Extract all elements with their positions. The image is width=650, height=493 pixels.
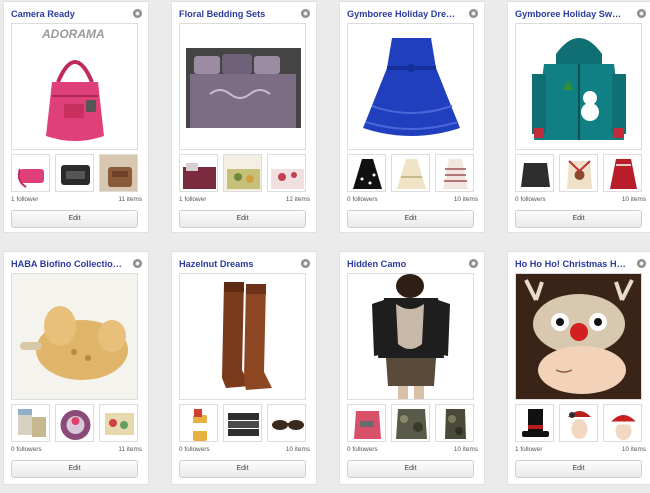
gear-icon[interactable] xyxy=(301,259,310,268)
gear-icon[interactable] xyxy=(469,9,478,18)
thumbnail-image[interactable] xyxy=(391,404,430,442)
item-count: 10 items xyxy=(453,196,478,203)
thumbnail-image[interactable] xyxy=(11,404,50,442)
thumbnail-image[interactable] xyxy=(391,154,430,192)
thumbnail-image[interactable] xyxy=(435,154,474,192)
thumbnail-image[interactable] xyxy=(179,404,218,442)
follower-count: 1 follower xyxy=(179,196,207,203)
follower-count: 0 followers xyxy=(179,446,210,453)
edit-board-button[interactable]: Edit xyxy=(11,210,138,228)
board-cover-image[interactable] xyxy=(347,273,474,400)
thumbnail-image[interactable] xyxy=(515,404,554,442)
edit-board-button[interactable]: Edit xyxy=(515,210,642,228)
blue-dress-image xyxy=(348,24,473,149)
board-title[interactable]: Hidden Camo xyxy=(347,258,467,270)
board-title[interactable]: Floral Bedding Sets xyxy=(179,8,299,20)
item-count: 10 items xyxy=(621,446,646,453)
camo-top-image xyxy=(348,274,473,399)
thumbnail-image[interactable] xyxy=(603,154,642,192)
board-title[interactable]: Ho Ho Ho! Christmas H… xyxy=(515,258,635,270)
item-count: 11 items xyxy=(118,196,142,203)
follower-count: 1 follower xyxy=(515,446,543,453)
board-card-camera-ready[interactable]: Camera Ready ADORAMA 1 follower 11 items… xyxy=(4,2,148,232)
board-card-floral-bedding-sets[interactable]: Floral Bedding Sets 1 follower 12 items … xyxy=(172,2,316,232)
board-card-gymboree-holiday-dresses[interactable]: Gymboree Holiday Dre… 0 followers 10 ite… xyxy=(340,2,484,232)
edit-board-button[interactable]: Edit xyxy=(11,460,138,478)
board-card-hidden-camo[interactable]: Hidden Camo 0 followers 10 items Edit xyxy=(340,252,484,484)
board-cover-image[interactable] xyxy=(515,23,642,150)
edit-board-button[interactable]: Edit xyxy=(347,460,474,478)
thumbnail-image[interactable] xyxy=(559,404,598,442)
adorama-watermark: ADORAMA xyxy=(41,27,105,41)
follower-count: 0 followers xyxy=(515,196,546,203)
gear-icon[interactable] xyxy=(637,259,646,268)
gear-icon[interactable] xyxy=(637,9,646,18)
item-count: 10 items xyxy=(453,446,478,453)
board-title[interactable]: Hazelnut Dreams xyxy=(179,258,299,270)
edit-board-button[interactable]: Edit xyxy=(347,210,474,228)
thumbnail-image[interactable] xyxy=(99,154,138,192)
board-title[interactable]: Gymboree Holiday Sw… xyxy=(515,8,635,20)
board-card-gymboree-holiday-sweaters[interactable]: Gymboree Holiday Sw… 0 followers 10 item… xyxy=(508,2,650,232)
brown-boots-image xyxy=(180,274,305,399)
thumbnail-image[interactable] xyxy=(223,404,262,442)
thumbnail-image[interactable] xyxy=(435,404,474,442)
board-cover-image[interactable] xyxy=(179,23,306,150)
follower-count: 0 followers xyxy=(347,446,378,453)
thumbnail-image[interactable] xyxy=(347,154,386,192)
thumbnail-image[interactable] xyxy=(603,404,642,442)
board-card-ho-ho-ho-christmas[interactable]: Ho Ho Ho! Christmas H… 1 follower 10 ite… xyxy=(508,252,650,484)
board-cover-image[interactable]: ADORAMA xyxy=(11,23,138,150)
board-cover-image[interactable] xyxy=(515,273,642,400)
thumbnail-image[interactable] xyxy=(347,404,386,442)
item-count: 11 items xyxy=(118,446,142,453)
item-count: 12 items xyxy=(285,196,310,203)
item-count: 10 items xyxy=(621,196,646,203)
thumbnail-image[interactable] xyxy=(179,154,218,192)
gear-icon[interactable] xyxy=(469,259,478,268)
plush-toy-image xyxy=(12,274,137,399)
edit-board-button[interactable]: Edit xyxy=(179,210,306,228)
gear-icon[interactable] xyxy=(301,9,310,18)
thumbnail-image[interactable] xyxy=(515,154,554,192)
thumbnail-image[interactable] xyxy=(55,404,94,442)
follower-count: 0 followers xyxy=(11,446,42,453)
pink-handbag-image: ADORAMA xyxy=(12,24,137,149)
item-count: 10 items xyxy=(285,446,310,453)
board-card-hazelnut-dreams[interactable]: Hazelnut Dreams 0 followers 10 items Edi… xyxy=(172,252,316,484)
reindeer-hat-baby-image xyxy=(516,274,641,399)
thumbnail-image[interactable] xyxy=(99,404,138,442)
board-cover-image[interactable] xyxy=(347,23,474,150)
board-cover-image[interactable] xyxy=(11,273,138,400)
thumbnail-image[interactable] xyxy=(267,154,306,192)
thumbnail-image[interactable] xyxy=(223,154,262,192)
follower-count: 1 follower xyxy=(11,196,39,203)
board-card-haba-biofino-collection[interactable]: HABA Biofino Collectio… 0 followers 11 i… xyxy=(4,252,148,484)
follower-count: 0 followers xyxy=(347,196,378,203)
bedding-set-image xyxy=(180,24,305,149)
board-title[interactable]: Gymboree Holiday Dre… xyxy=(347,8,467,20)
edit-board-button[interactable]: Edit xyxy=(515,460,642,478)
board-title[interactable]: Camera Ready xyxy=(11,8,131,20)
thumbnail-image[interactable] xyxy=(55,154,94,192)
board-cover-image[interactable] xyxy=(179,273,306,400)
thumbnail-image[interactable] xyxy=(559,154,598,192)
gear-icon[interactable] xyxy=(133,9,142,18)
board-title[interactable]: HABA Biofino Collectio… xyxy=(11,258,131,270)
teal-hoodie-image xyxy=(516,24,641,149)
gear-icon[interactable] xyxy=(133,259,142,268)
thumbnail-image[interactable] xyxy=(267,404,306,442)
thumbnail-image[interactable] xyxy=(11,154,50,192)
edit-board-button[interactable]: Edit xyxy=(179,460,306,478)
